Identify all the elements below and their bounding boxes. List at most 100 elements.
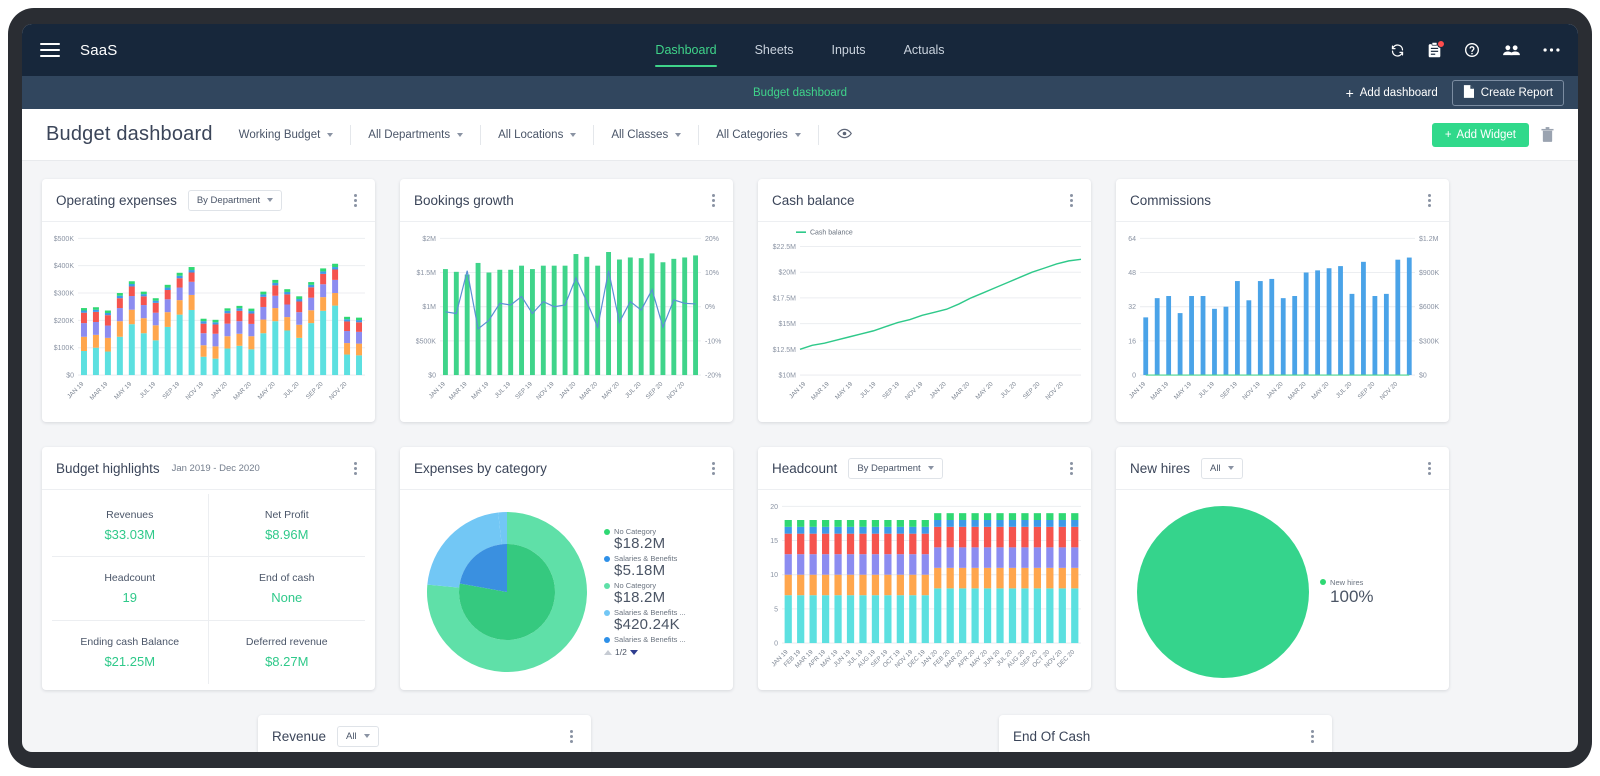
widget-header: End Of Cash	[999, 715, 1332, 752]
svg-text:$1.2M: $1.2M	[1419, 236, 1439, 243]
grouping-select[interactable]: All	[1201, 457, 1243, 479]
grouping-select[interactable]: All	[337, 725, 379, 747]
svg-text:NOV 19: NOV 19	[904, 380, 925, 401]
highlight-label: Net Profit	[264, 508, 309, 521]
svg-text:MAY 20: MAY 20	[1310, 380, 1330, 401]
trash-icon[interactable]	[1541, 127, 1554, 142]
widget-menu-icon[interactable]	[1424, 190, 1435, 211]
widget-title: Headcount	[772, 460, 838, 476]
widget-menu-icon[interactable]	[708, 458, 719, 479]
widget-header: Bookings growth	[400, 179, 733, 222]
visibility-toggle[interactable]	[817, 124, 852, 145]
page-down-icon[interactable]	[629, 649, 638, 655]
widget-body: Revenues $33.03M Net Profit $8.96M Headc…	[42, 490, 375, 690]
svg-text:SEP 19: SEP 19	[881, 380, 901, 400]
help-icon[interactable]	[1464, 42, 1480, 58]
widget-operating-expenses: Operating expenses By Department $0 $100K…	[42, 179, 375, 422]
svg-text:MAY 20: MAY 20	[257, 380, 277, 401]
widget-menu-icon[interactable]	[1424, 458, 1435, 479]
tab-inputs[interactable]: Inputs	[832, 24, 866, 76]
newhires-chart-area	[1126, 506, 1320, 678]
main-tabs: Dashboard Sheets Inputs Actuals	[22, 24, 1578, 76]
svg-text:SEP 19: SEP 19	[161, 380, 181, 400]
tab-sheets[interactable]: Sheets	[755, 24, 794, 76]
widget-menu-icon[interactable]	[1066, 458, 1077, 479]
svg-text:JUL 19: JUL 19	[1197, 380, 1216, 399]
chart-headcount: 0 5 10 15 20 JAN 19 FEB 19 MAR 19 APR 19 MAY 19 JU…	[758, 490, 1091, 690]
widget-title: Expenses by category	[414, 460, 547, 476]
page-up-icon[interactable]	[604, 649, 613, 655]
svg-text:SEP 20: SEP 20	[645, 380, 665, 400]
legend-color-dot	[604, 528, 611, 535]
chevron-down-icon	[457, 132, 464, 137]
svg-text:NOV 20: NOV 20	[1379, 380, 1400, 401]
svg-text:$22.5M: $22.5M	[773, 244, 796, 251]
widget-budget-highlights: Budget highlights Jan 2019 - Dec 2020 Re…	[42, 447, 375, 690]
widget-header: New hires All	[1116, 447, 1449, 490]
filter-departments[interactable]: All Departments	[350, 124, 480, 145]
widget-menu-icon[interactable]	[1307, 726, 1318, 747]
svg-text:MAR 20: MAR 20	[578, 380, 599, 401]
svg-text:JUL 19: JUL 19	[859, 380, 878, 399]
filter-categories[interactable]: All Categories	[698, 124, 818, 145]
svg-text:MAY 19: MAY 19	[113, 380, 133, 401]
svg-text:MAY 19: MAY 19	[470, 380, 490, 401]
donut-layout: No Category $18.2M Salaries & Benefits $…	[410, 498, 723, 686]
widget-menu-icon[interactable]	[566, 726, 577, 747]
add-dashboard-button[interactable]: + Add dashboard	[1346, 86, 1438, 100]
svg-text:NOV 19: NOV 19	[535, 380, 556, 401]
widget-menu-icon[interactable]	[350, 458, 361, 479]
svg-text:NOV 20: NOV 20	[328, 380, 349, 401]
svg-text:SEP 20: SEP 20	[305, 380, 325, 400]
legend-item: Salaries & Benefits ...	[604, 635, 719, 644]
svg-text:$17.5M: $17.5M	[773, 295, 796, 302]
svg-text:5: 5	[774, 606, 778, 613]
svg-text:MAY 20: MAY 20	[975, 380, 995, 401]
tab-actuals[interactable]: Actuals	[904, 24, 945, 76]
svg-text:MAY 19: MAY 19	[834, 380, 854, 401]
legend-label: New hires	[1330, 577, 1364, 587]
highlight-deferred-revenue: Deferred revenue $8.27M	[209, 621, 366, 684]
highlight-revenues: Revenues $33.03M	[52, 494, 209, 558]
page-indicator: 1/2	[615, 647, 627, 657]
widget-menu-icon[interactable]	[708, 190, 719, 211]
svg-text:$10M: $10M	[779, 372, 797, 379]
sync-icon[interactable]	[1390, 43, 1405, 58]
filter-classes[interactable]: All Classes	[593, 124, 698, 145]
grouping-label: All	[1210, 462, 1221, 474]
widget-row-2: Budget highlights Jan 2019 - Dec 2020 Re…	[42, 447, 1558, 690]
svg-text:10: 10	[770, 572, 778, 579]
grouping-label: By Department	[857, 462, 921, 474]
chevron-down-icon	[363, 734, 370, 738]
svg-text:MAY 19: MAY 19	[1173, 380, 1193, 401]
widget-header: Cash balance	[758, 179, 1091, 222]
add-widget-button[interactable]: + Add Widget	[1431, 122, 1529, 147]
legend-color-dot	[604, 582, 611, 589]
svg-text:32: 32	[1128, 304, 1136, 311]
legend-color-dot	[604, 555, 611, 562]
top-navigation-bar: SaaS Dashboard Sheets Inputs Actuals	[22, 24, 1578, 76]
widget-menu-icon[interactable]	[350, 190, 361, 211]
svg-text:$300K: $300K	[1419, 338, 1440, 345]
tab-dashboard[interactable]: Dashboard	[655, 24, 717, 76]
widget-header: Commissions	[1116, 179, 1449, 222]
highlight-net-profit: Net Profit $8.96M	[208, 494, 365, 558]
svg-text:SEP 19: SEP 19	[514, 380, 534, 400]
create-report-button[interactable]: Create Report	[1451, 79, 1564, 106]
chart-new-hires-pie	[1137, 506, 1310, 678]
people-icon[interactable]	[1502, 43, 1521, 57]
legend-value: $18.2M	[614, 589, 666, 606]
svg-text:NOV 20: NOV 20	[1044, 380, 1065, 401]
filter-locations[interactable]: All Locations	[480, 124, 593, 145]
svg-text:$15M: $15M	[779, 321, 797, 328]
grouping-select[interactable]: By Department	[187, 189, 283, 211]
highlight-value: $33.03M	[104, 526, 156, 542]
notification-badge	[1437, 40, 1445, 48]
highlight-headcount: Headcount 19	[52, 557, 209, 621]
clipboard-notification-icon[interactable]	[1427, 40, 1445, 58]
chart-cash-balance: $10M $12.5M $15M $17.5M $20M $22.5M Cash balan…	[758, 222, 1091, 422]
widget-menu-icon[interactable]	[1066, 190, 1077, 211]
filter-working-budget[interactable]: Working Budget	[239, 125, 351, 145]
more-icon[interactable]	[1543, 47, 1560, 53]
grouping-select[interactable]: By Department	[848, 457, 943, 479]
